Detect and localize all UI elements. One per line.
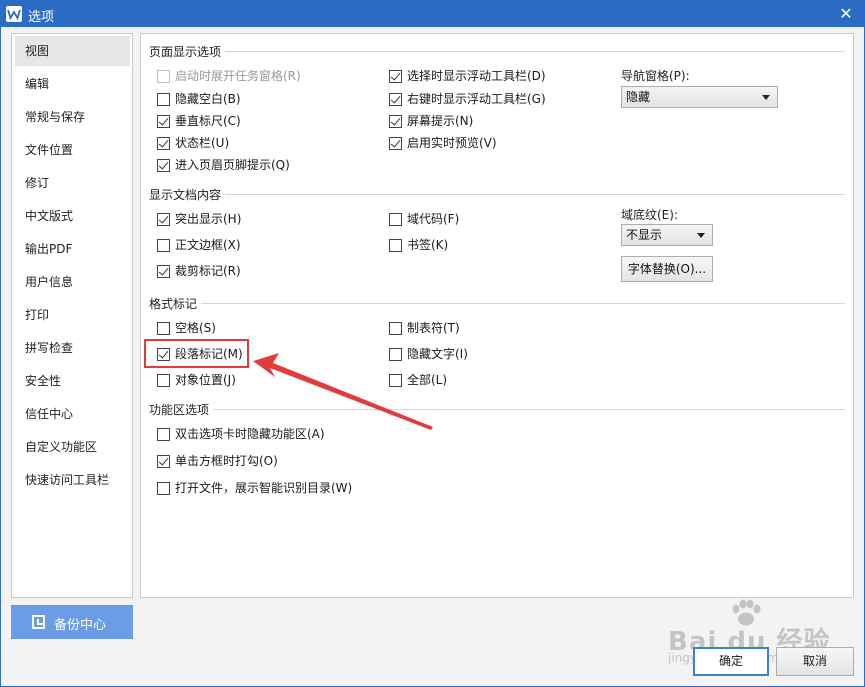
checkbox-box (157, 428, 170, 441)
checkbox-box (157, 137, 170, 150)
backup-icon (32, 615, 45, 629)
nav-pane-select[interactable]: 隐藏 (621, 86, 778, 108)
section-title-format-marks: 格式标记 (149, 297, 198, 311)
checkbox-box (157, 115, 170, 128)
category-sidebar: 视图 编辑 常规与保存 文件位置 修订 中文版式 输出PDF 用户信息 打印 拼… (11, 33, 133, 598)
section-title-doc-content: 显示文档内容 (149, 188, 222, 202)
sidebar-item-customize-ribbon[interactable]: 自定义功能区 (15, 432, 130, 462)
checkbox-box (157, 213, 170, 226)
sidebar-item-file-location[interactable]: 文件位置 (15, 135, 130, 165)
ok-button[interactable]: 确定 (693, 647, 769, 676)
section-title-ribbon: 功能区选项 (149, 403, 210, 417)
checkbox-box (389, 115, 402, 128)
nav-pane-label: 导航窗格(P): (621, 69, 690, 83)
sidebar-item-trust-center[interactable]: 信任中心 (15, 399, 130, 429)
backup-center-button[interactable]: 备份中心 (11, 605, 133, 639)
chevron-down-icon (697, 233, 705, 238)
checkbox-box (157, 322, 170, 335)
sidebar-item-chinese-layout[interactable]: 中文版式 (15, 201, 130, 231)
checkbox-box (389, 93, 402, 106)
annotation-arrow (253, 353, 433, 430)
checkbox-box (389, 137, 402, 150)
checkbox-box (389, 70, 402, 83)
section-divider (201, 303, 845, 304)
view-options-panel: 页面显示选项 启动时展开任务窗格(R) 隐藏空白(B) 垂直标尺(C) 状态栏(… (140, 33, 854, 598)
checkbox-box (157, 239, 170, 252)
sidebar-item-general-save[interactable]: 常规与保存 (15, 102, 130, 132)
field-shading-value: 不显示 (626, 228, 663, 242)
sidebar-item-edit[interactable]: 编辑 (15, 69, 130, 99)
chevron-down-icon (762, 95, 770, 100)
close-icon[interactable]: ✕ (836, 4, 856, 24)
sidebar-item-security[interactable]: 安全性 (15, 366, 130, 396)
cancel-button[interactable]: 取消 (776, 647, 854, 676)
checkbox-box (157, 159, 170, 172)
window-title: 选项 (28, 10, 55, 25)
checkbox-box (157, 93, 170, 106)
checkbox-box (389, 239, 402, 252)
wps-writer-icon (6, 6, 22, 22)
checkbox-box (157, 265, 170, 278)
checkbox-box (157, 455, 170, 468)
checkbox-box (157, 482, 170, 495)
paw-logo-icon (732, 599, 761, 626)
sidebar-item-quick-access-toolbar[interactable]: 快速访问工具栏 (15, 465, 130, 495)
section-title-page-display: 页面显示选项 (149, 45, 222, 59)
sidebar-item-view[interactable]: 视图 (15, 36, 130, 66)
sidebar-item-spell-check[interactable]: 拼写检查 (15, 333, 130, 363)
options-dialog: 选项 ✕ 视图 编辑 常规与保存 文件位置 修订 中文版式 输出PDF 用户信息… (0, 0, 865, 687)
sidebar-item-print[interactable]: 打印 (15, 300, 130, 330)
font-replace-button[interactable]: 字体替换(O)... (621, 256, 713, 282)
checkbox-box (389, 322, 402, 335)
section-divider (225, 194, 845, 195)
sidebar-item-export-pdf[interactable]: 输出PDF (15, 234, 130, 264)
section-divider (225, 51, 845, 52)
sidebar-item-user-info[interactable]: 用户信息 (15, 267, 130, 297)
checkbox-box (157, 70, 170, 83)
field-shading-select[interactable]: 不显示 (621, 224, 713, 246)
checkbox-box (389, 213, 402, 226)
field-shading-label: 域底纹(E): (621, 208, 678, 222)
checkbox-box (157, 374, 170, 387)
title-bar: 选项 ✕ (1, 1, 864, 27)
sidebar-item-revision[interactable]: 修订 (15, 168, 130, 198)
annotation-highlight-box (144, 339, 249, 368)
nav-pane-value: 隐藏 (626, 90, 651, 104)
backup-center-label: 备份中心 (54, 618, 107, 633)
